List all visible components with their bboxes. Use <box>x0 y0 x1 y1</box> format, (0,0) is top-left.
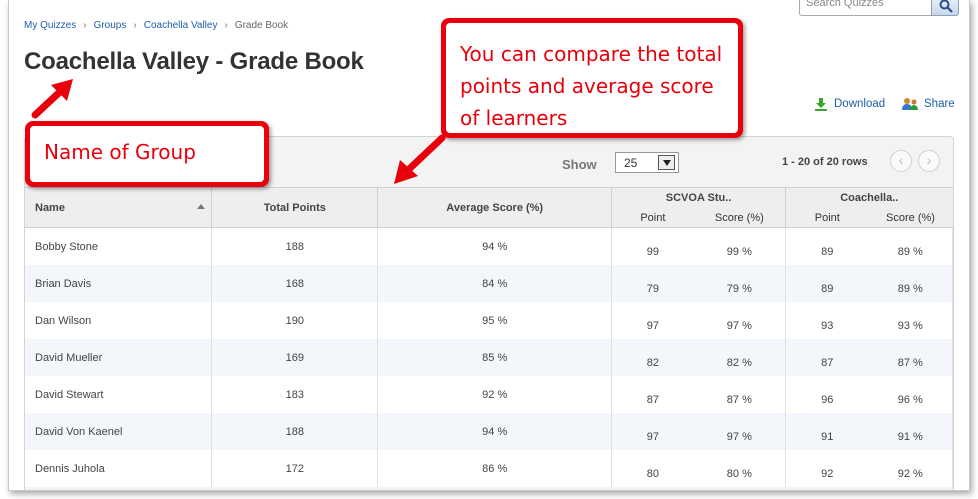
cell-name: Bobby Stone <box>25 227 213 265</box>
cell-group2-score: 92 % <box>868 449 953 487</box>
cell-average-score: 94 % <box>377 412 613 450</box>
cell-group1-point: 97 <box>646 319 659 332</box>
cell-name: David Von Kaenel <box>25 412 213 450</box>
subheader-score[interactable]: Score (%) <box>868 208 953 228</box>
cell-group2-score: 89 % <box>868 264 953 302</box>
cell-name: Brian Davis <box>25 264 213 302</box>
cell-group1-point: 80 <box>646 467 659 480</box>
column-group-coachella[interactable]: Coachella.. <box>785 187 953 209</box>
table-row[interactable]: Bobby Stone 188 94 % 99 99 % 89 89 % <box>25 227 953 265</box>
cell-average-score: 94 % <box>377 227 613 265</box>
cell-group2-point: 89 <box>785 264 869 302</box>
grade-table: Name Total Points Average Score (%) SCVO… <box>25 187 953 487</box>
breadcrumb-groups[interactable]: Groups <box>94 20 127 31</box>
cell-group1-score: 97 % <box>693 301 787 339</box>
cell-total-points: 188 <box>211 412 379 450</box>
cell-average-score: 95 % <box>377 301 613 339</box>
cell-group1-point: 87 <box>646 393 659 406</box>
cell-group2-score: 93 % <box>868 301 953 339</box>
cell-group1-point: 79 <box>611 264 694 302</box>
cell-group1-point: 99 <box>646 245 659 258</box>
subheader-score[interactable]: Score (%) <box>693 208 787 228</box>
cell-group1-point: 82 <box>611 338 694 376</box>
callout-name-of-group-text: Name of Group <box>30 126 264 182</box>
column-header-total-points[interactable]: Total Points <box>211 187 379 228</box>
prev-page-button[interactable]: ‹ <box>890 150 912 172</box>
breadcrumb-current: Grade Book <box>234 20 289 31</box>
download-icon <box>815 98 827 111</box>
cell-total-points: 188 <box>211 227 379 265</box>
breadcrumb-my-quizzes[interactable]: My Quizzes <box>24 20 76 31</box>
breadcrumb: My Quizzes › Groups › Coachella Valley › Grade… <box>24 20 288 31</box>
cell-name: Dennis Juhola <box>25 449 213 487</box>
subheader-point[interactable]: Point <box>611 208 694 228</box>
share-icon <box>902 98 918 110</box>
breadcrumb-coachella-valley[interactable]: Coachella Valley <box>144 20 218 31</box>
column-header-average-score[interactable]: Average Score (%) <box>377 187 613 228</box>
column-header-name[interactable]: Name <box>25 187 213 228</box>
page-size-value: 25 <box>624 156 638 170</box>
callout-name-of-group: Name of Group <box>25 121 269 187</box>
cell-group1-point: 97 <box>611 412 694 450</box>
table-row[interactable]: David Von Kaenel 188 94 % 97 97 % 91 91 % <box>25 412 953 450</box>
table-row[interactable]: David Stewart 183 92 % 87 87 % 96 96 % <box>25 375 953 413</box>
breadcrumb-separator: › <box>83 20 87 31</box>
grade-book-grid: Show 25 1 - 20 of 20 rows ‹ › Name Total… <box>24 136 954 490</box>
cell-group2-point: 89 <box>821 245 834 258</box>
callout-compare-text: You can compare the total points and ave… <box>446 23 738 133</box>
cell-group2-score: 89 % <box>868 227 953 265</box>
cell-name: David Mueller <box>25 338 213 376</box>
table-row[interactable]: David Mueller 169 85 % 82 82 % 87 87 % <box>25 338 953 376</box>
cell-group1-score: 82 % <box>693 338 787 376</box>
row-count: 1 - 20 of 20 rows <box>782 156 868 168</box>
cell-total-points: 168 <box>211 264 379 302</box>
breadcrumb-separator: › <box>133 20 137 31</box>
cell-group1-score: 99 % <box>693 227 787 265</box>
table-row[interactable]: Dennis Juhola 172 86 % 80 80 % 92 92 % <box>25 449 953 487</box>
callout-arrow <box>394 134 446 184</box>
page-title: Coachella Valley - Grade Book <box>24 48 364 75</box>
next-page-button[interactable]: › <box>918 150 940 172</box>
cell-group2-point: 91 <box>785 412 869 450</box>
cell-total-points: 172 <box>211 449 379 487</box>
cell-group2-point: 93 <box>821 319 834 332</box>
callout-arrow <box>31 79 73 119</box>
cell-group2-point: 87 <box>785 338 869 376</box>
search-icon <box>939 0 953 13</box>
cell-average-score: 86 % <box>377 449 613 487</box>
cell-group2-point: 92 <box>821 467 834 480</box>
download-link[interactable]: Download <box>814 97 885 111</box>
cell-group1-score: 97 % <box>693 412 787 450</box>
cell-group2-point: 96 <box>821 393 834 406</box>
cell-name: Dan Wilson <box>25 301 213 339</box>
share-label: Share <box>924 98 955 110</box>
breadcrumb-separator: › <box>224 20 228 31</box>
column-group-scvoa[interactable]: SCVOA Stu.. <box>611 187 787 209</box>
cell-total-points: 183 <box>211 375 379 413</box>
cell-group2-score: 96 % <box>868 375 953 413</box>
page-size-select[interactable]: 25 <box>615 152 679 173</box>
cell-average-score: 85 % <box>377 338 613 376</box>
cell-name: David Stewart <box>25 375 213 413</box>
cell-average-score: 92 % <box>377 375 613 413</box>
cell-group1-score: 79 % <box>693 264 787 302</box>
cell-total-points: 190 <box>211 301 379 339</box>
chevron-down-icon <box>658 155 675 170</box>
cell-total-points: 169 <box>211 338 379 376</box>
table-row[interactable]: Dan Wilson 190 95 % 97 97 % 93 93 % <box>25 301 953 339</box>
cell-group2-score: 91 % <box>868 412 953 450</box>
subheader-point[interactable]: Point <box>785 208 869 228</box>
callout-compare: You can compare the total points and ave… <box>441 18 743 138</box>
sort-ascending-icon <box>197 204 206 209</box>
search-button[interactable] <box>931 0 959 16</box>
cell-group2-score: 87 % <box>868 338 953 376</box>
download-label: Download <box>834 98 886 110</box>
cell-average-score: 84 % <box>377 264 613 302</box>
share-link[interactable]: Share <box>902 97 955 111</box>
cell-group1-score: 80 % <box>693 449 787 487</box>
show-label: Show <box>562 157 597 172</box>
cell-group1-score: 87 % <box>693 375 787 413</box>
table-row[interactable]: Brian Davis 168 84 % 79 79 % 89 89 % <box>25 264 953 302</box>
